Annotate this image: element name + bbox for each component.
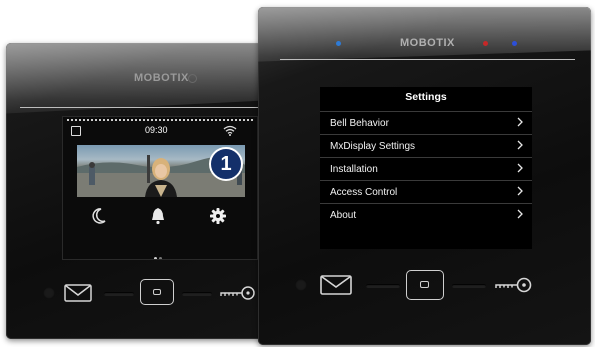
brand-logo: MOBOTIX [134, 72, 189, 84]
home-button-icon[interactable] [406, 270, 444, 300]
button-slot [104, 292, 134, 296]
home-button-inner [420, 281, 429, 288]
page-indicator [153, 247, 163, 259]
quick-actions [63, 207, 257, 229]
moon-icon[interactable] [91, 207, 107, 230]
key-icon[interactable] [219, 285, 257, 306]
gear-icon[interactable] [209, 207, 227, 230]
menu-title: Settings [405, 91, 447, 103]
button-slot [452, 284, 486, 288]
menu-item-bell-behavior[interactable]: Bell Behavior [320, 111, 532, 133]
mxdisplay-device-right: MOBOTIX Settings Bell Behavior MxDisplay… [258, 7, 591, 345]
glass-divider-line [20, 107, 266, 108]
menu-item-mxdisplay-settings[interactable]: MxDisplay Settings [320, 134, 532, 156]
button-slot [366, 284, 400, 288]
menu-item-label: Bell Behavior [330, 118, 389, 129]
mxdisplay-device-left: MOBOTIX 09:30 1 [6, 43, 266, 339]
chevron-right-icon [517, 117, 523, 130]
progress-ticks [67, 119, 253, 121]
key-icon[interactable] [494, 276, 534, 299]
chevron-right-icon [517, 209, 523, 222]
button-slot [182, 292, 212, 296]
chevron-right-icon [517, 186, 523, 199]
chevron-right-icon [517, 163, 523, 176]
glass-divider-line [280, 59, 575, 60]
brand-logo: MOBOTIX [400, 37, 455, 49]
menu-item-label: Access Control [330, 187, 398, 198]
camera-sensor-icon [295, 279, 307, 291]
menu-item-label: Installation [330, 164, 378, 175]
page-dot-active [154, 257, 157, 259]
camera-lens-icon [188, 74, 197, 83]
menu-item-label: MxDisplay Settings [330, 141, 416, 152]
envelope-icon[interactable] [64, 284, 92, 307]
page-dot [159, 257, 162, 259]
status-bar: 09:30 [63, 117, 257, 145]
chevron-right-icon [517, 140, 523, 153]
hardware-buttons [6, 275, 266, 311]
menu-item-installation[interactable]: Installation [320, 157, 532, 179]
gallery-icon[interactable] [71, 126, 81, 136]
callout-number-badge: 1 [209, 147, 243, 181]
menu-item-label: About [330, 210, 357, 221]
hardware-buttons [258, 267, 591, 303]
status-led-left [336, 41, 341, 46]
clock-time: 09:30 [145, 125, 168, 135]
bell-icon[interactable] [150, 207, 166, 230]
status-led-blue [512, 41, 517, 46]
wifi-icon [223, 123, 237, 141]
home-button-inner [153, 288, 161, 295]
camera-sensor-icon [43, 287, 55, 299]
menu-item-access-control[interactable]: Access Control [320, 180, 532, 202]
screen-settings-menu: Settings Bell Behavior MxDisplay Setting… [320, 87, 532, 249]
screen-home: 09:30 1 [62, 116, 258, 260]
home-button-icon[interactable] [140, 279, 174, 305]
glass-reflection [6, 43, 266, 114]
envelope-icon[interactable] [320, 275, 352, 300]
status-led-red [483, 41, 488, 46]
menu-item-about[interactable]: About [320, 203, 532, 225]
